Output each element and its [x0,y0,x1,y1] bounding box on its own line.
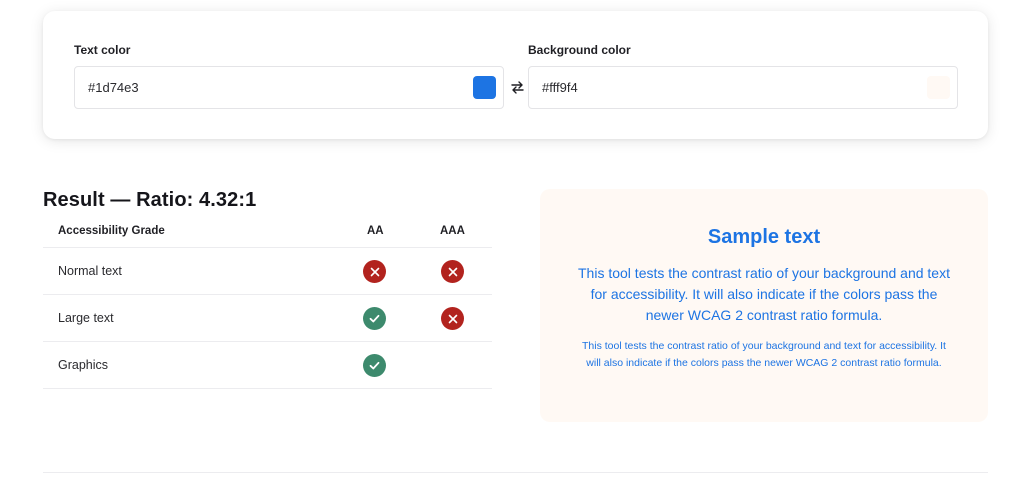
header-grade: Accessibility Grade [58,225,165,237]
grade-table-header: Accessibility Grade AA AAA [43,217,492,248]
divider [43,472,988,473]
row-label: Large text [58,311,114,325]
grade-table: Accessibility Grade AA AAA Normal text La… [43,217,492,389]
sample-large-text: This tool tests the contrast ratio of yo… [578,265,950,323]
table-row: Normal text [43,248,492,295]
color-input-card: Text color Background color [43,11,988,139]
check-icon [369,314,380,323]
sample-small-text: This tool tests the contrast ratio of yo… [582,340,946,369]
background-color-field[interactable] [528,66,958,109]
table-row: Large text [43,295,492,342]
text-color-swatch[interactable] [473,76,496,99]
swap-arrows-icon [510,80,524,94]
aaa-fail-badge [441,260,464,283]
check-icon [369,361,380,370]
aa-pass-badge [363,307,386,330]
background-color-label: Background color [528,43,631,57]
aaa-fail-badge [441,307,464,330]
aa-pass-badge [363,354,386,377]
cross-icon [448,314,457,323]
row-label: Normal text [58,264,122,278]
row-label: Graphics [58,358,109,372]
text-color-label: Text color [74,43,131,57]
text-color-field[interactable] [74,66,504,109]
result-title: Result — Ratio: 4.32:1 [43,189,257,211]
aa-fail-badge [363,260,386,283]
cross-icon [448,267,457,276]
header-aa: AA [367,225,384,237]
table-row: Graphics [43,342,492,389]
text-color-input[interactable] [88,67,448,107]
background-color-input[interactable] [542,67,902,107]
sample-preview-panel: Sample text This tool tests the contrast… [540,189,988,422]
sample-title: Sample text [707,226,821,248]
header-aaa: AAA [440,225,465,237]
swap-colors-button[interactable] [508,77,526,97]
background-color-swatch[interactable] [927,76,950,99]
cross-icon [370,267,379,276]
